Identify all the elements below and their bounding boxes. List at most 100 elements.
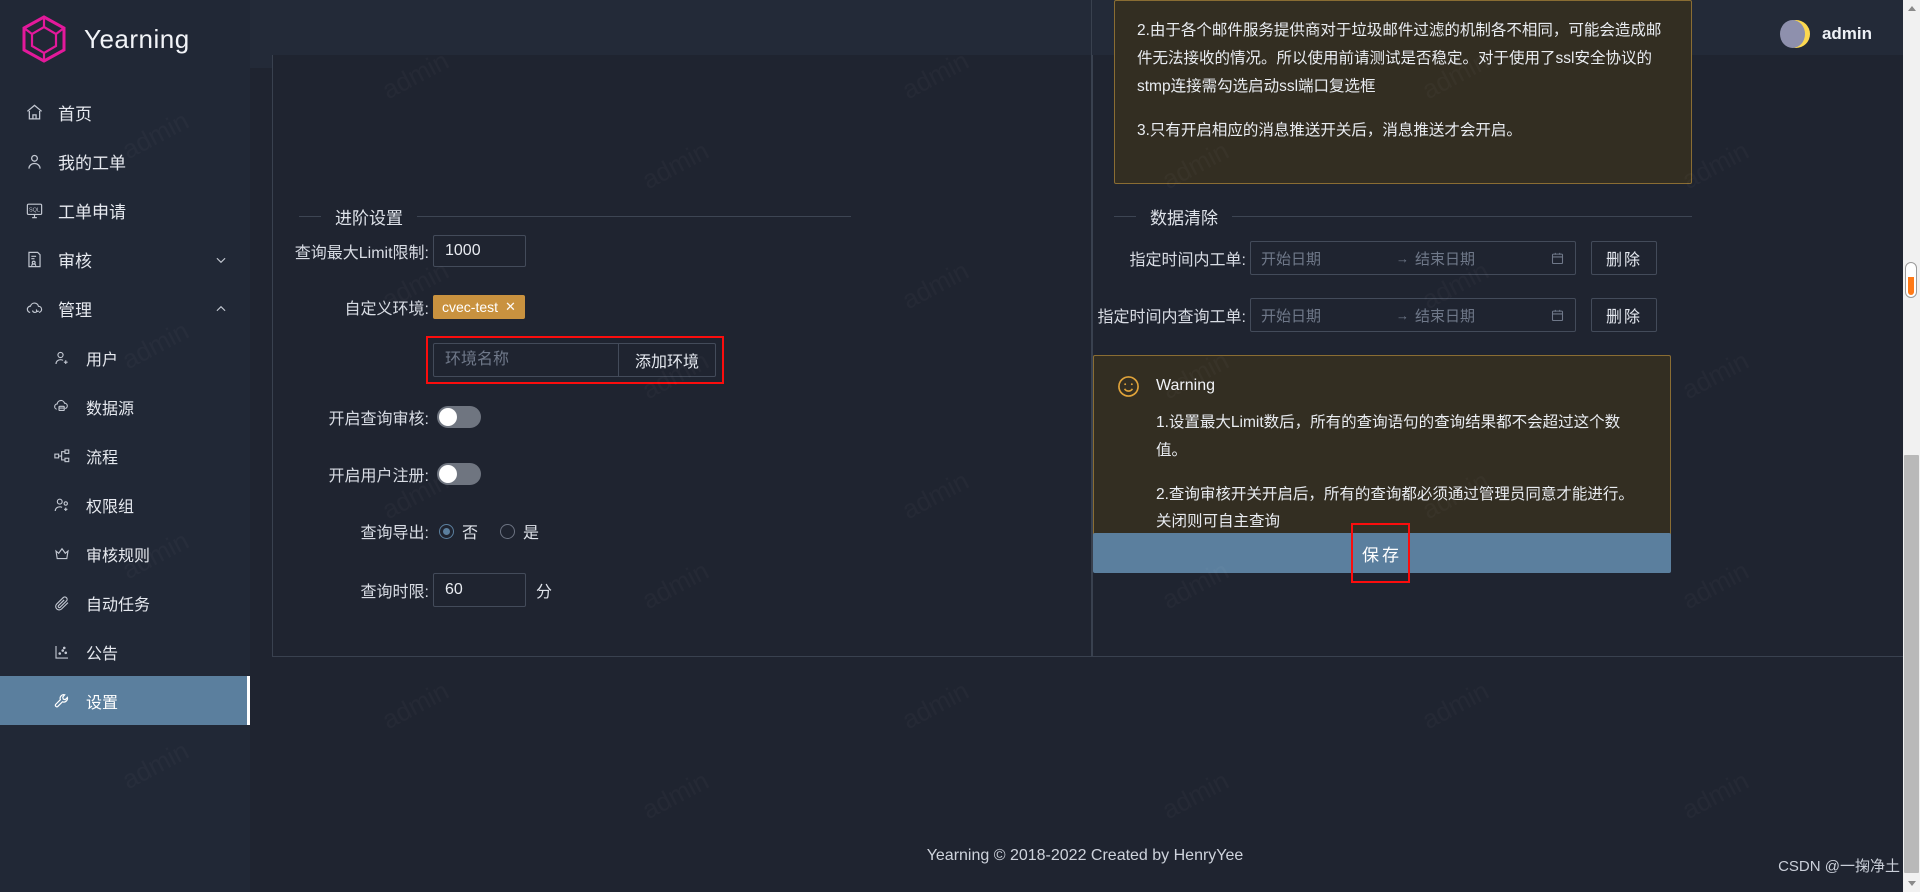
sidebar-item-label: 管理	[58, 301, 92, 320]
clear-orders-label: 指定时间内工单:	[1129, 252, 1246, 269]
sidebar-item-label: 我的工单	[58, 154, 126, 173]
info-alert-line-1: 2.由于各个邮件服务提供商对于垃圾邮件过滤的机制各不相同，可能会造成邮件无法接收…	[1137, 22, 1662, 95]
warning-title: Warning	[1156, 377, 1215, 394]
chart-icon	[52, 642, 72, 662]
sidebar-item-audit[interactable]: 审核	[0, 235, 250, 284]
query-export-option-no[interactable]: 否	[439, 519, 478, 543]
start-date-placeholder: 开始日期	[1261, 307, 1322, 325]
clear-orders-daterange[interactable]: 开始日期 → 结束日期	[1250, 241, 1576, 275]
max-limit-row: 查询最大Limit限制:	[283, 235, 526, 267]
sidebar-item-label: 自动任务	[86, 596, 151, 614]
query-export-row: 查询导出: 否 是	[283, 519, 561, 543]
username-label[interactable]: admin	[1822, 24, 1872, 44]
range-arrow-icon: →	[1396, 250, 1409, 266]
wrench-icon	[52, 691, 72, 711]
query-export-option-yes[interactable]: 是	[500, 519, 539, 543]
custom-env-row: 自定义环境: cvec-test ✕	[283, 295, 525, 319]
moon-avatar[interactable]	[1779, 20, 1810, 48]
sql-monitor-icon: SQL	[24, 201, 44, 221]
data-clear-legend: 数据清除	[1114, 204, 1692, 229]
query-audit-toggle[interactable]	[437, 406, 481, 428]
footer: Yearning © 2018-2022 Created by HenryYee	[250, 820, 1920, 892]
env-name-input[interactable]	[433, 343, 619, 377]
sidebar-item-datasource[interactable]: 数据源	[0, 382, 250, 431]
scroll-down-arrow-icon[interactable]	[1903, 875, 1920, 892]
clear-queries-daterange[interactable]: 开始日期 → 结束日期	[1250, 298, 1576, 332]
radio-dot-icon	[439, 523, 454, 539]
query-time-limit-input[interactable]	[433, 573, 526, 607]
sidebar-item-settings[interactable]: 设置	[0, 676, 250, 725]
save-button[interactable]: 保存	[1093, 533, 1671, 573]
database-cloud-icon	[52, 397, 72, 417]
sidebar-item-permission-group[interactable]: 权限组	[0, 480, 250, 529]
radio-label: 是	[523, 525, 540, 542]
query-time-limit-unit: 分	[536, 584, 553, 601]
sidebar-item-label: 权限组	[86, 498, 135, 516]
end-date-placeholder: 结束日期	[1415, 250, 1476, 268]
scroll-position-marker	[1905, 262, 1917, 298]
app-root: Yearning 首页 我的工单 SQL 工单申请 审核 管理 用户 数据源 流…	[0, 0, 1920, 892]
sidebar-item-label: 首页	[58, 105, 92, 124]
sidebar-item-label: 数据源	[86, 400, 135, 418]
max-limit-input[interactable]	[433, 235, 526, 267]
max-limit-label: 查询最大Limit限制:	[294, 245, 429, 262]
toggle-knob	[439, 465, 457, 483]
user-icon	[24, 152, 44, 172]
legend-rule	[1232, 216, 1692, 217]
sidebar-item-label: 审核	[58, 252, 92, 271]
query-time-limit-row: 查询时限: 分	[283, 573, 552, 607]
home-icon	[24, 103, 44, 123]
add-env-row: 添加环境	[433, 343, 717, 377]
sidebar-item-manage[interactable]: 管理	[0, 284, 250, 333]
calendar-icon	[1550, 308, 1565, 323]
query-audit-row: 开启查询审核:	[283, 405, 481, 429]
alert-gap	[1156, 465, 1648, 481]
clear-orders-row: 指定时间内工单: 开始日期 → 结束日期 删除	[1098, 241, 1658, 275]
sidebar-item-label: 设置	[86, 694, 119, 712]
smiley-icon	[1116, 374, 1142, 409]
clear-queries-delete-button[interactable]: 删除	[1591, 298, 1658, 332]
sidebar-item-label: 用户	[86, 351, 119, 369]
sidebar-item-audit-rules[interactable]: 审核规则	[0, 529, 250, 578]
clear-queries-row: 指定时间内查询工单: 开始日期 → 结束日期 删除	[1078, 298, 1658, 332]
env-tag[interactable]: cvec-test ✕	[433, 295, 525, 319]
paperclip-icon	[52, 593, 72, 613]
close-icon[interactable]: ✕	[505, 299, 516, 315]
settings-card: 进阶设置 查询最大Limit限制: 自定义环境: cvec-test ✕	[272, 0, 1912, 657]
query-audit-label: 开启查询审核:	[328, 411, 429, 428]
main-area: admin 进阶设置 查询最大Limit限制: 1000 自定义环境: cvec…	[250, 0, 1920, 892]
start-date-placeholder: 开始日期	[1261, 250, 1322, 268]
email-info-alert: 2.由于各个邮件服务提供商对于垃圾邮件过滤的机制各不相同，可能会造成邮件无法接收…	[1114, 0, 1692, 184]
clear-queries-label: 指定时间内查询工单:	[1097, 309, 1246, 326]
scrollbar-thumb[interactable]	[1904, 455, 1919, 873]
custom-env-label: 自定义环境:	[344, 301, 429, 318]
scroll-up-arrow-icon[interactable]	[1903, 0, 1920, 17]
user-register-row: 开启用户注册:	[283, 462, 481, 486]
sidebar-item-auto-task[interactable]: 自动任务	[0, 578, 250, 627]
sidebar-item-order-apply[interactable]: SQL 工单申请	[0, 186, 250, 235]
sidebar-item-home[interactable]: 首页	[0, 88, 250, 137]
radio-dot-icon	[500, 523, 516, 539]
advanced-settings-legend: 进阶设置	[299, 204, 851, 229]
flow-chart-icon	[52, 446, 72, 466]
crown-icon	[52, 544, 72, 564]
sidebar-item-users[interactable]: 用户	[0, 333, 250, 382]
browser-scrollbar[interactable]	[1903, 0, 1920, 892]
sidebar-item-flow[interactable]: 流程	[0, 431, 250, 480]
chevron-up-icon	[214, 302, 228, 316]
add-env-button[interactable]: 添加环境	[619, 343, 717, 377]
section-title: 进阶设置	[335, 209, 403, 228]
user-add-icon	[52, 348, 72, 368]
sidebar-item-my-orders[interactable]: 我的工单	[0, 137, 250, 186]
user-register-toggle[interactable]	[437, 463, 481, 485]
sidebar-item-label: 公告	[86, 645, 119, 663]
sidebar-item-announcement[interactable]: 公告	[0, 627, 250, 676]
clear-orders-delete-button[interactable]: 删除	[1591, 241, 1658, 275]
brand[interactable]: Yearning	[0, 0, 250, 78]
calendar-icon	[1550, 251, 1565, 266]
warning-body: Warning 1.设置最大Limit数后，所有的查询语句的查询结果都不会超过这…	[1156, 372, 1648, 536]
sidebar: Yearning 首页 我的工单 SQL 工单申请 审核 管理 用户 数据源 流…	[0, 0, 250, 892]
csdn-watermark: CSDN @一掬净土	[1778, 858, 1900, 875]
brand-name: Yearning	[84, 23, 190, 54]
sidebar-item-label: 工单申请	[58, 203, 126, 222]
